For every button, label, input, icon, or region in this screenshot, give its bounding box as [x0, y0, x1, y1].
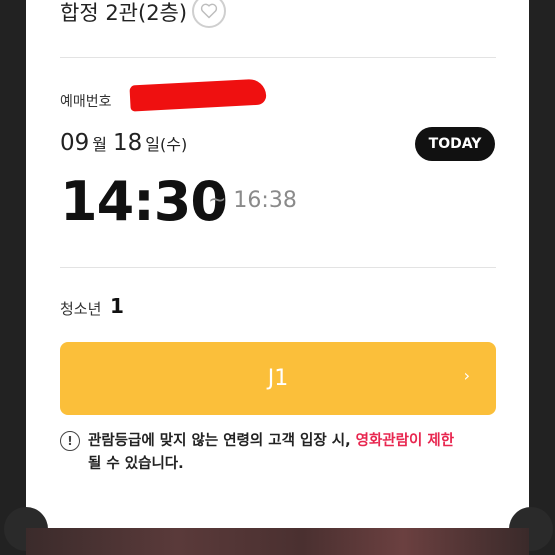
notice-text-end: 될 수 있습니다.: [88, 456, 184, 472]
notice-text: 관람등급에 맞지 않는 연령의 고객 입장 시,: [88, 433, 356, 449]
redacted-reservation-number: [129, 78, 267, 112]
ticket-type: 청소년: [60, 300, 102, 318]
date-day-unit: 일: [145, 135, 161, 154]
ticket-count: 1: [110, 294, 124, 318]
divider: [60, 267, 496, 268]
warning-icon: !: [60, 431, 80, 451]
notice-highlight: 영화관람이 제한: [355, 433, 455, 449]
theater-name: 합정 2관(2층): [60, 1, 188, 25]
heart-icon[interactable]: [192, 0, 226, 28]
date-month-unit: 월: [92, 135, 108, 154]
reservation-number-label: 예매번호: [60, 94, 112, 110]
movie-poster-image: [26, 528, 529, 555]
ticket-card: 합정 2관(2층) 예매번호 09 월 18 일(수) TODAY 14:30 ~ 1…: [26, 0, 529, 528]
start-time: 14:30: [60, 170, 228, 233]
end-time: ~ 16:38: [208, 188, 297, 213]
divider: [60, 57, 496, 58]
seat-button[interactable]: J1 ›: [60, 342, 496, 415]
today-badge: TODAY: [415, 127, 495, 161]
screening-date: 09 월 18 일(수): [60, 130, 187, 156]
heart-icon-glyph: [200, 3, 218, 19]
seat-label: J1: [267, 366, 289, 391]
date-weekday: (수): [160, 135, 188, 154]
age-restriction-notice: 관람등급에 맞지 않는 연령의 고객 입장 시, 영화관람이 제한될 수 있습니…: [88, 430, 498, 476]
chevron-right-icon: ›: [463, 366, 470, 385]
date-month: 09: [60, 130, 90, 156]
date-day: 18: [113, 130, 143, 156]
